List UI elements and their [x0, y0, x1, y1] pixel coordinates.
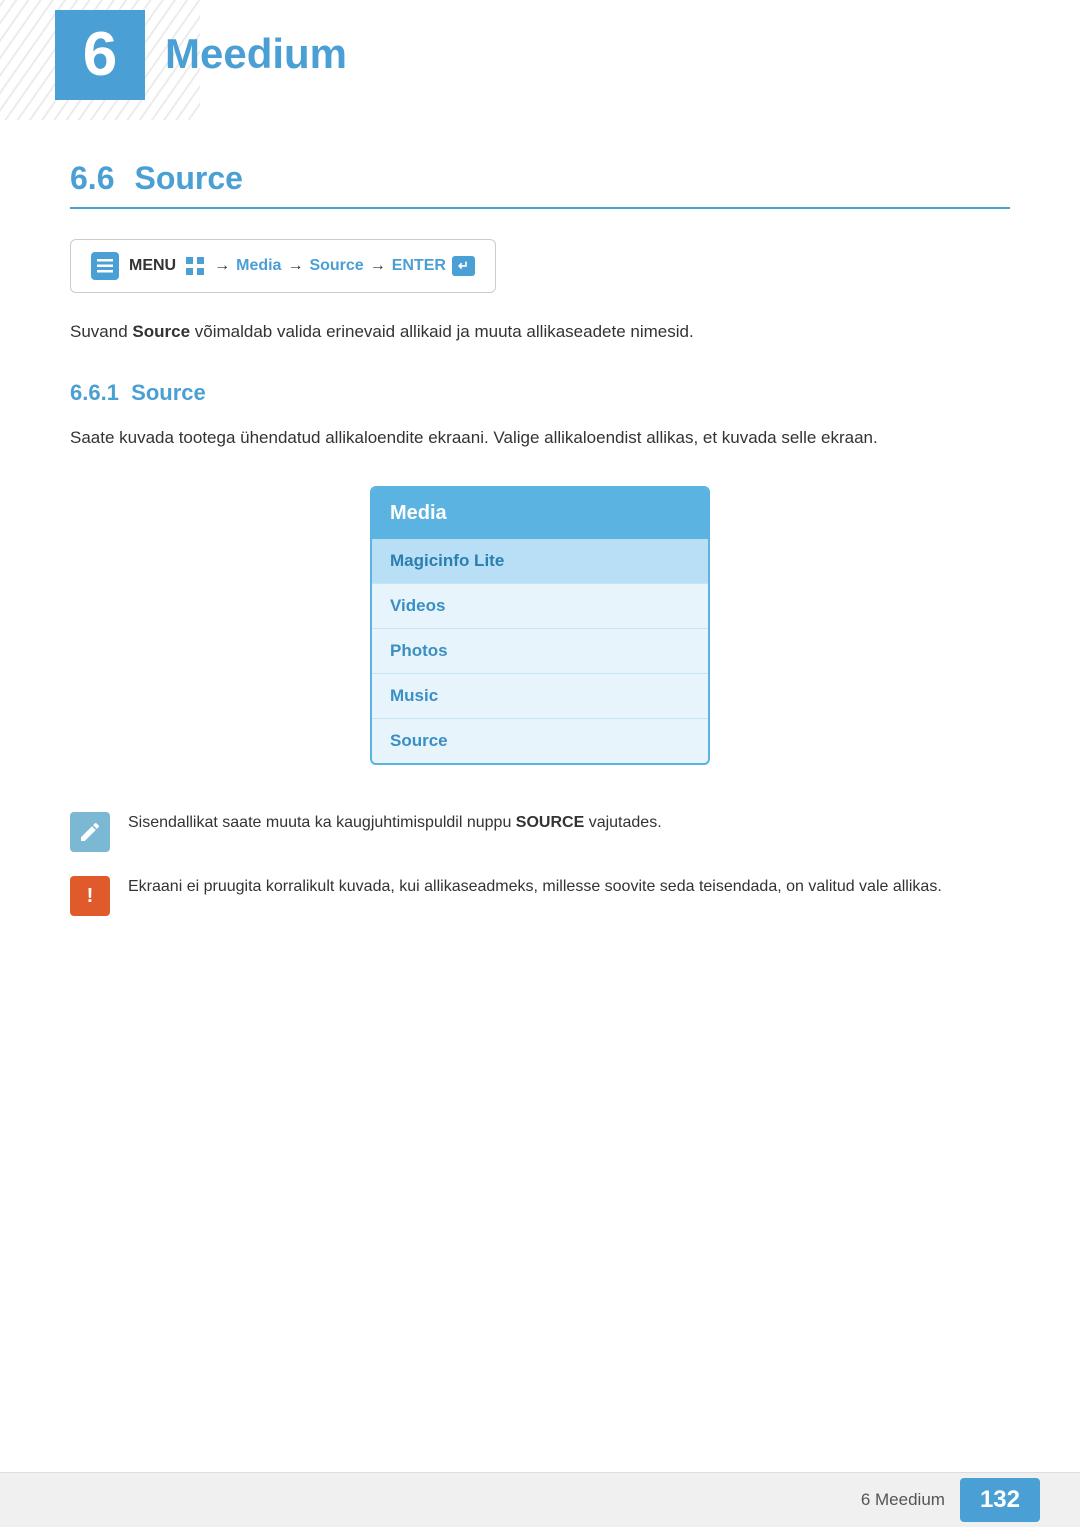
footer-chapter-ref: 6 Meedium: [861, 1490, 945, 1510]
svg-text:!: !: [87, 885, 94, 907]
chapter-number-box: 6: [55, 10, 145, 100]
chapter-number: 6: [83, 24, 117, 86]
menu-path-box: MENU → Media → Source → ENTER ↵: [70, 239, 496, 293]
source-bold: Source: [132, 322, 190, 341]
menu-label: MENU: [129, 257, 176, 275]
footer-page-number: 132: [960, 1478, 1040, 1522]
note-warning-text: Ekraani ei pruugita korralikult kuvada, …: [128, 874, 942, 900]
subsection-title-text: Source: [131, 380, 206, 405]
media-menu-container: Media Magicinfo Lite Videos Photos Music…: [70, 486, 1010, 765]
warning-svg: !: [78, 884, 102, 908]
subsection-number: 6.6.1: [70, 380, 119, 405]
section-number: 6.6: [70, 160, 114, 196]
chapter-title: Meedium: [165, 30, 347, 78]
section-description: Suvand Source võimaldab valida erinevaid…: [70, 318, 1010, 345]
media-menu-item-source: Source: [372, 719, 708, 763]
menu-svg-icon: [96, 257, 114, 275]
menu-icon: [91, 252, 119, 280]
note-warning: ! Ekraani ei pruugita korralikult kuvada…: [70, 874, 1010, 916]
menu-grid-icon: [184, 255, 206, 277]
section-6-6-title: 6.6 Source: [70, 160, 1010, 209]
arrow-1: →: [214, 257, 230, 275]
source-uppercase-bold: SOURCE: [516, 814, 584, 831]
path-source: Source: [309, 257, 363, 275]
subsection-6-6-1-title: 6.6.1 Source: [70, 380, 1010, 406]
media-menu-item-magicinfo: Magicinfo Lite: [372, 539, 708, 584]
media-menu-item-music: Music: [372, 674, 708, 719]
path-media: Media: [236, 257, 281, 275]
section-title-text: Source: [134, 160, 242, 196]
pencil-svg: [78, 820, 102, 844]
arrow-2: →: [287, 257, 303, 275]
media-menu: Media Magicinfo Lite Videos Photos Music…: [370, 486, 710, 765]
enter-icon: ↵: [452, 256, 475, 276]
page-footer: 6 Meedium 132: [0, 1472, 1080, 1527]
subsection-description: Saate kuvada tootega ühendatud allikaloe…: [70, 424, 1010, 451]
media-menu-item-photos: Photos: [372, 629, 708, 674]
path-enter: ENTER: [392, 257, 446, 275]
note-pencil-text: Sisendallikat saate muuta ka kaugjuhtimi…: [128, 810, 662, 836]
note-pencil: Sisendallikat saate muuta ka kaugjuhtimi…: [70, 810, 1010, 852]
main-content: 6.6 Source MENU → Media → Source → ENTER: [0, 160, 1080, 916]
pencil-icon: [70, 812, 110, 852]
notes-area: Sisendallikat saate muuta ka kaugjuhtimi…: [70, 810, 1010, 916]
page-header: 6 Meedium: [0, 0, 1080, 120]
media-menu-item-videos: Videos: [372, 584, 708, 629]
arrow-3: →: [370, 257, 386, 275]
warning-icon: !: [70, 876, 110, 916]
media-menu-header: Media: [372, 488, 708, 539]
